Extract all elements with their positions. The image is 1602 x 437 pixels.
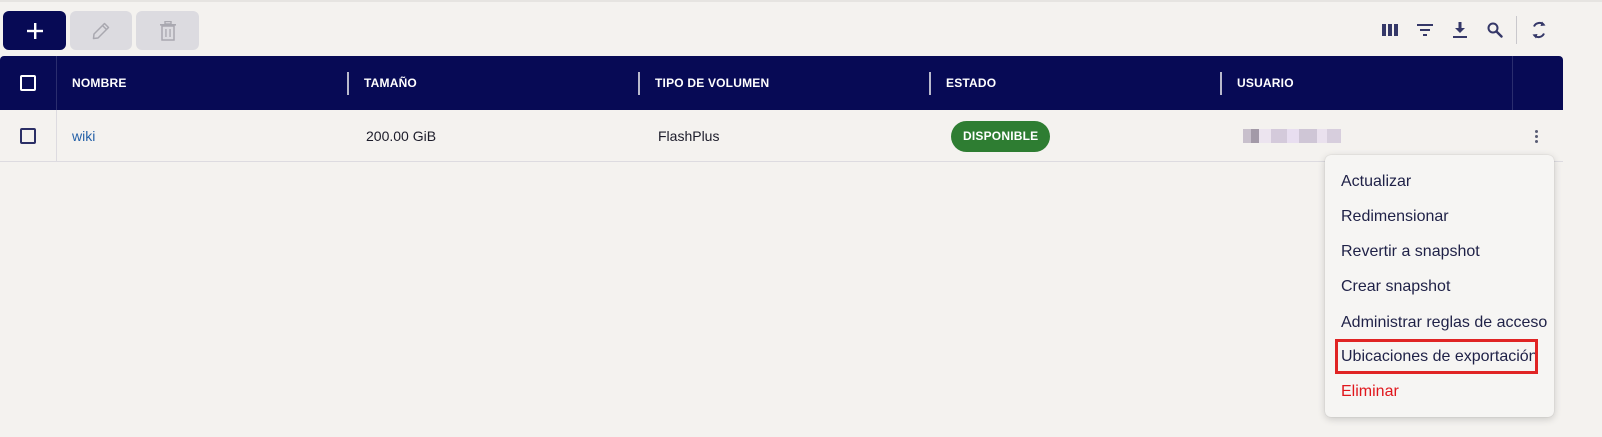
download-icon[interactable] [1448, 18, 1472, 42]
menu-item-reglas-acceso[interactable]: Administrar reglas de acceso [1341, 312, 1547, 334]
refresh-icon[interactable] [1527, 18, 1551, 42]
row-checkbox[interactable] [20, 110, 36, 162]
column-header-tamano[interactable]: TAMAÑO [364, 56, 417, 110]
toolbar-separator [1516, 16, 1517, 44]
menu-item-eliminar[interactable]: Eliminar [1341, 381, 1399, 403]
column-header-usuario[interactable]: USUARIO [1237, 56, 1294, 110]
edit-button[interactable] [70, 11, 132, 50]
column-resize-handle[interactable] [638, 72, 640, 95]
menu-item-ubicaciones-exportacion[interactable]: Ubicaciones de exportación [1341, 346, 1538, 368]
menu-item-crear-snapshot[interactable]: Crear snapshot [1341, 276, 1450, 298]
filter-icon[interactable] [1413, 18, 1437, 42]
status-badge-label: DISPONIBLE [951, 120, 1051, 152]
user-redacted [1243, 110, 1341, 162]
table-header: NOMBRE TAMAÑO TIPO DE VOLUMEN ESTADO USU… [0, 56, 1563, 110]
row-actions-menu: Actualizar Redimensionar Revertir a snap… [1325, 155, 1554, 417]
volume-type: FlashPlus [658, 128, 720, 144]
menu-item-revertir-snapshot[interactable]: Revertir a snapshot [1341, 241, 1480, 263]
volume-size: 200.00 GiB [366, 128, 437, 144]
header-divider [1512, 56, 1513, 110]
kebab-dot [1534, 134, 1538, 138]
columns-icon[interactable] [1378, 18, 1402, 42]
menu-item-actualizar[interactable]: Actualizar [1341, 171, 1411, 193]
pixelated-user-image [1243, 129, 1341, 143]
trash-icon [159, 20, 176, 41]
pencil-icon [92, 22, 110, 39]
select-all-checkbox[interactable] [20, 56, 36, 110]
volume-name-link[interactable]: wiki [72, 110, 95, 162]
delete-button[interactable] [136, 11, 199, 50]
top-divider [0, 0, 1602, 2]
plus-icon [26, 22, 43, 39]
column-header-tipo[interactable]: TIPO DE VOLUMEN [655, 56, 769, 110]
kebab-dot [1534, 129, 1538, 133]
header-divider [56, 56, 57, 110]
kebab-dot [1534, 139, 1538, 143]
column-header-estado[interactable]: ESTADO [946, 56, 996, 110]
status-badge: DISPONIBLE [951, 110, 1051, 162]
row-divider [56, 110, 57, 162]
menu-item-redimensionar[interactable]: Redimensionar [1341, 206, 1449, 228]
column-header-nombre[interactable]: NOMBRE [72, 56, 127, 110]
add-button[interactable] [3, 11, 66, 50]
column-resize-handle[interactable] [347, 72, 349, 95]
row-actions-menu-button[interactable] [1526, 126, 1546, 146]
search-icon[interactable] [1483, 18, 1507, 42]
column-resize-handle[interactable] [929, 72, 931, 95]
column-resize-handle[interactable] [1220, 72, 1222, 95]
